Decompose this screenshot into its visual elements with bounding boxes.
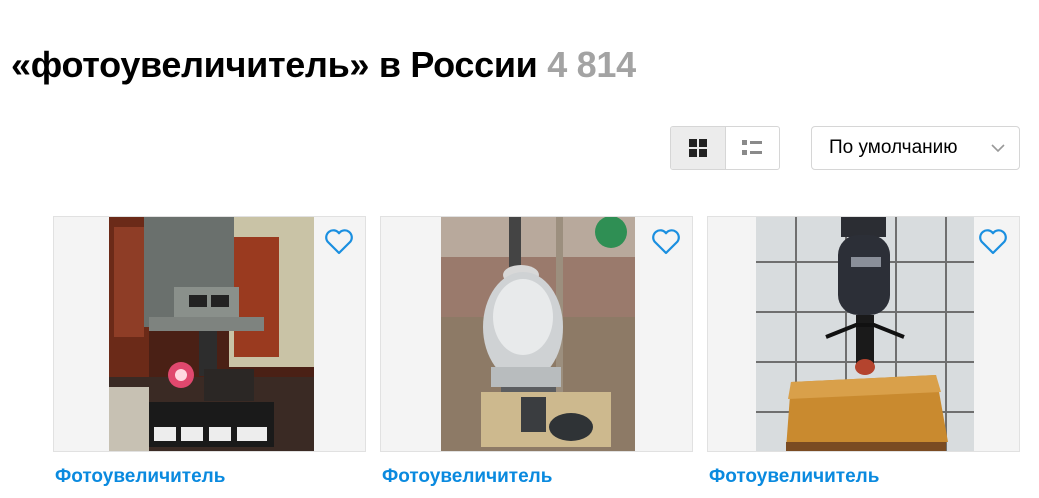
grid-view-icon <box>688 139 707 157</box>
listing-card[interactable] <box>380 216 693 452</box>
view-toggle <box>670 126 780 170</box>
search-query-title: «фотоувеличитель» в России <box>11 44 538 85</box>
listing-photo[interactable] <box>756 217 974 451</box>
listing-card[interactable] <box>707 216 1020 452</box>
listing-title[interactable]: Фотоувеличитель <box>55 466 225 488</box>
list-view-icon <box>742 140 763 155</box>
listing-photo[interactable] <box>441 217 635 451</box>
results-count: 4 814 <box>547 44 636 85</box>
chevron-down-icon <box>991 144 1005 153</box>
listing-photo[interactable] <box>109 217 314 451</box>
listing-title[interactable]: Фотоувеличитель <box>382 466 552 488</box>
list-view-button[interactable] <box>726 127 780 169</box>
heart-outline-icon[interactable] <box>651 228 681 256</box>
listing-title[interactable]: Фотоувеличитель <box>709 466 879 488</box>
heart-outline-icon[interactable] <box>978 228 1008 256</box>
heart-outline-icon[interactable] <box>324 228 354 256</box>
sort-select-value: По умолчанию <box>829 137 958 158</box>
listing-card[interactable] <box>53 216 366 452</box>
sort-select[interactable]: По умолчанию <box>811 126 1020 170</box>
grid-view-button[interactable] <box>671 127 726 169</box>
page-title: «фотоувеличитель» в России 4 814 <box>11 44 636 86</box>
